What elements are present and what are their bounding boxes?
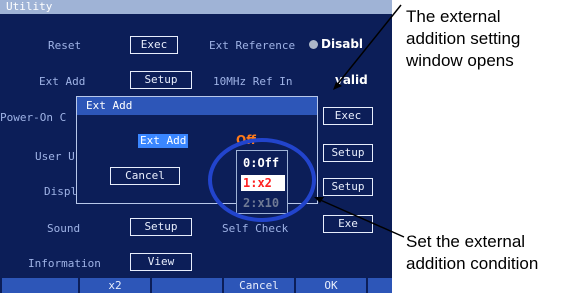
callout-top-line-3: window opens <box>406 51 514 70</box>
callout-arrowhead-top <box>333 82 342 90</box>
callout-bottom: Set the external addition condition <box>406 231 538 275</box>
callout-top-line-1: The external <box>406 7 501 26</box>
callout-bottom-line-2: addition condition <box>406 254 539 273</box>
callout-line-top <box>335 4 402 87</box>
highlight-circle <box>208 138 316 222</box>
callout-top: The external addition setting window ope… <box>406 6 520 72</box>
callout-arrowhead-bottom <box>314 197 324 203</box>
callout-bottom-line-1: Set the external <box>406 232 526 251</box>
callout-line-bottom <box>317 198 405 238</box>
callout-top-line-2: addition setting <box>406 29 521 48</box>
